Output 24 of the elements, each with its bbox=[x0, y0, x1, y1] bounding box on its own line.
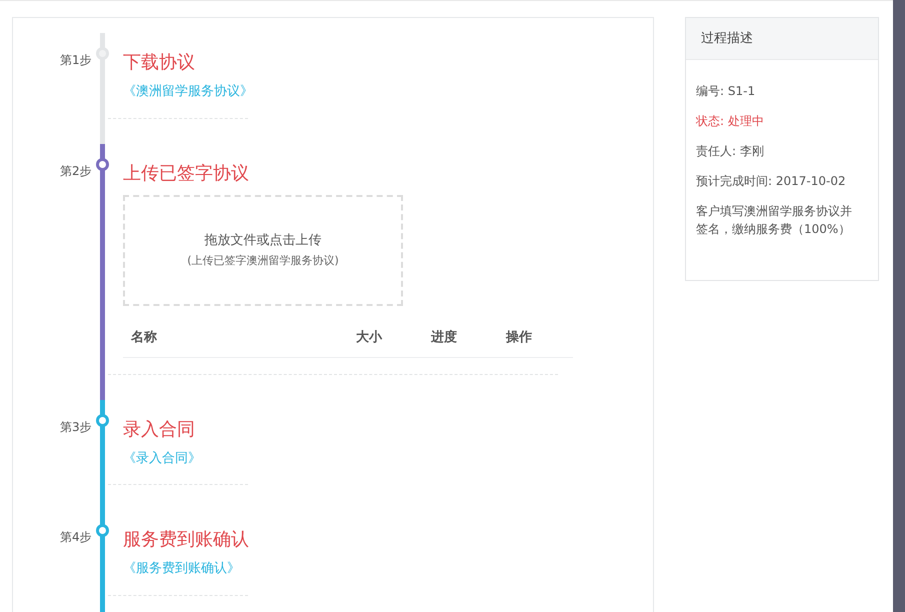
column-header: 进度 bbox=[430, 328, 458, 346]
upload-prompt: 拖放文件或点击上传 bbox=[204, 232, 322, 250]
step-label: 第2步 bbox=[60, 164, 92, 178]
column-header: 操作 bbox=[504, 328, 533, 346]
column-header: 大小 bbox=[355, 328, 384, 346]
panel-text: 编号: S1-1 bbox=[696, 83, 756, 100]
panel-title: 过程描述 bbox=[701, 30, 753, 48]
step-label: 第1步 bbox=[60, 53, 92, 67]
step-title: 服务费到账确认 bbox=[123, 528, 250, 552]
panel-text: 责任人: 李刚 bbox=[696, 143, 765, 160]
agreement-link[interactable]: 《录入合同》 bbox=[123, 448, 201, 468]
step-title: 上传已签字协议 bbox=[123, 162, 250, 186]
upload-hint: (上传已签字澳洲留学服务协议) bbox=[187, 252, 339, 268]
panel-text: 客户填写澳洲留学服务协议并签名，缴纳服务费（100%） bbox=[696, 203, 853, 238]
upload-dropzone[interactable]: 拖放文件或点击上传 (上传已签字澳洲留学服务协议) bbox=[123, 194, 403, 306]
panel-text: 状态: 处理中 bbox=[696, 113, 765, 130]
step-label: 第4步 bbox=[60, 530, 92, 544]
column-header: 名称 bbox=[130, 328, 158, 346]
step-label: 第3步 bbox=[60, 420, 92, 434]
panel-text: 预计完成时间: 2017-10-02 bbox=[696, 173, 847, 190]
step-title: 下载协议 bbox=[123, 51, 196, 75]
agreement-link[interactable]: 《澳洲留学服务协议》 bbox=[123, 82, 253, 102]
agreement-link[interactable]: 《服务费到账确认》 bbox=[123, 559, 240, 578]
step-title: 录入合同 bbox=[123, 418, 196, 442]
